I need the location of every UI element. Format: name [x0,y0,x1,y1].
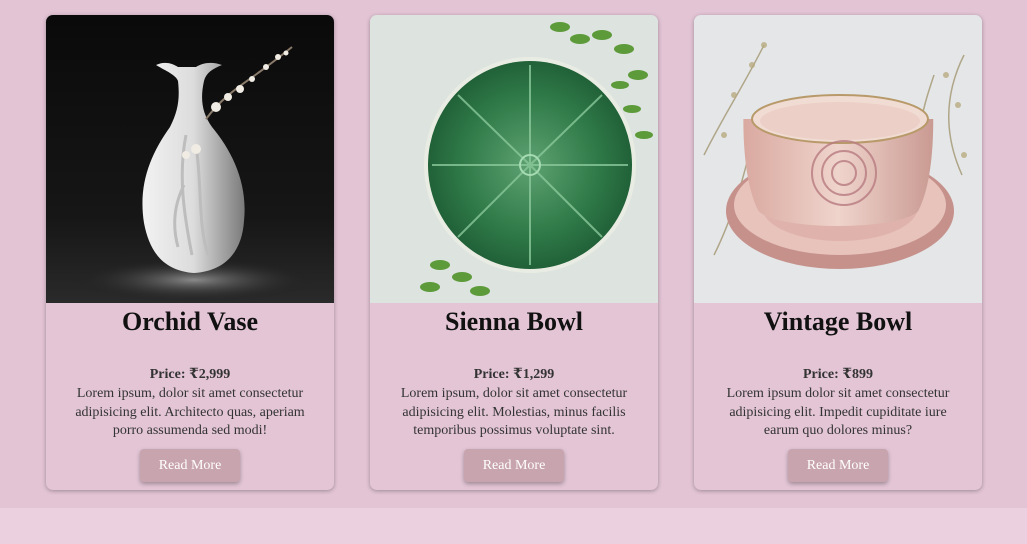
read-more-button[interactable]: Read More [788,449,888,482]
product-image-vintage-bowl [694,15,982,303]
read-more-button[interactable]: Read More [464,449,564,482]
product-card-orchid-vase: Orchid Vase Price: ₹2,999 Lorem ipsum, d… [46,15,334,490]
product-description: Lorem ipsum, dolor sit amet consectetur … [75,386,305,438]
read-more-button[interactable]: Read More [140,449,240,482]
product-description: Lorem ipsum dolor sit amet consectetur a… [726,386,950,438]
product-price: Price: ₹2,999 [149,367,231,382]
product-card-body: Orchid Vase Price: ₹2,999 Lorem ipsum, d… [46,303,334,490]
product-title: Orchid Vase [121,307,259,336]
footer-band [0,508,1027,544]
product-card-grid: Orchid Vase Price: ₹2,999 Lorem ipsum, d… [0,0,1027,508]
product-image-sienna-bowl [370,15,658,303]
product-card-body: Sienna Bowl Price: ₹1,299 Lorem ipsum, d… [370,303,658,490]
product-description: Lorem ipsum, dolor sit amet consectetur … [400,386,628,438]
product-title: Sienna Bowl [445,307,583,336]
product-title: Vintage Bowl [763,307,913,336]
product-image-orchid-vase [46,15,334,303]
product-card-body: Vintage Bowl Price: ₹899 Lorem ipsum dol… [694,303,982,490]
product-price: Price: ₹1,299 [473,367,555,382]
product-price: Price: ₹899 [803,367,873,382]
product-card-sienna-bowl: Sienna Bowl Price: ₹1,299 Lorem ipsum, d… [370,15,658,490]
product-card-vintage-bowl: Vintage Bowl Price: ₹899 Lorem ipsum dol… [694,15,982,490]
